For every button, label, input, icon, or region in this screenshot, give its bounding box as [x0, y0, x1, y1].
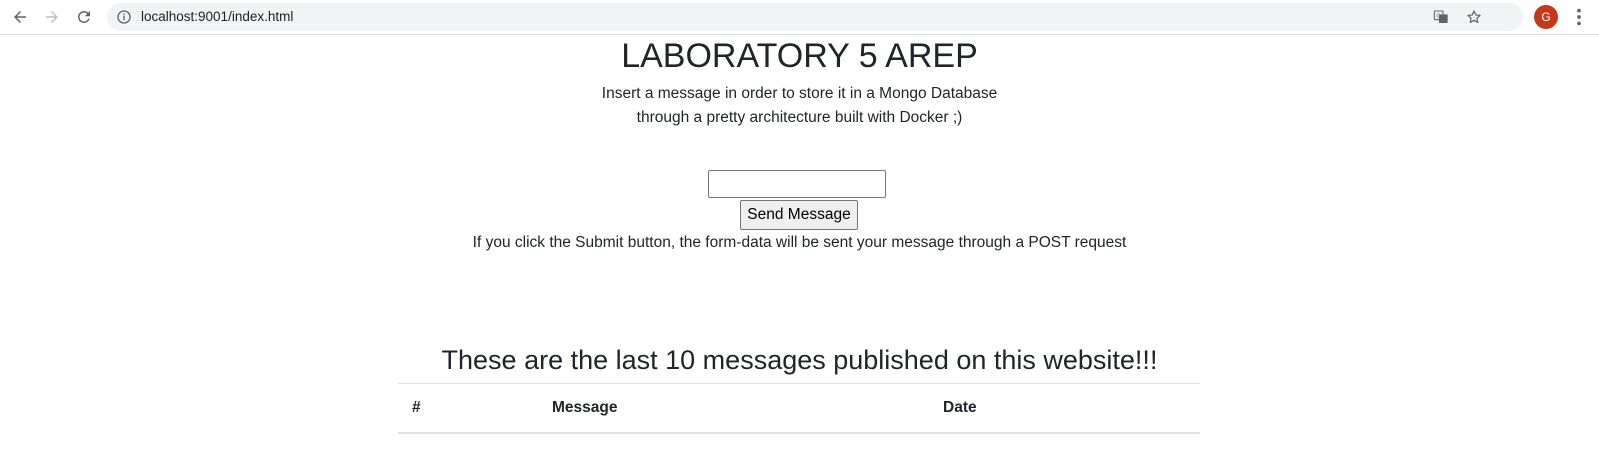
info-icon[interactable] [116, 9, 132, 25]
url-text[interactable]: localhost:9001/index.html [141, 9, 293, 24]
back-icon[interactable] [8, 5, 32, 29]
translate-icon[interactable]: G [1433, 9, 1449, 25]
star-icon[interactable] [1466, 9, 1482, 25]
menu-icon[interactable] [1568, 6, 1590, 28]
forward-icon[interactable] [40, 5, 64, 29]
intro-line-1: Insert a message in order to store it in… [601, 85, 998, 102]
column-header-message: Message [538, 383, 929, 434]
submit-hint: If you click the Submit button, the form… [472, 234, 1127, 251]
intro-line-2: through a pretty architecture built with… [636, 109, 963, 126]
intro-text: Insert a message in order to store it in… [0, 82, 1599, 130]
avatar[interactable]: G [1534, 5, 1558, 29]
messages-title: These are the last 10 messages published… [441, 345, 1158, 375]
browser-toolbar: localhost:9001/index.html G G [0, 0, 1599, 35]
message-input[interactable] [708, 170, 886, 198]
svg-text:G: G [1436, 14, 1440, 20]
page-title: LABORATORY 5 AREP [621, 37, 978, 75]
column-header-number: # [398, 383, 538, 434]
messages-table: # Message Date [398, 383, 1200, 434]
send-message-button[interactable]: Send Message [740, 200, 858, 230]
column-header-date: Date [929, 383, 1200, 434]
address-bar[interactable]: localhost:9001/index.html G [107, 3, 1523, 31]
table-header-row: # Message Date [398, 383, 1200, 434]
reload-icon[interactable] [72, 5, 96, 29]
